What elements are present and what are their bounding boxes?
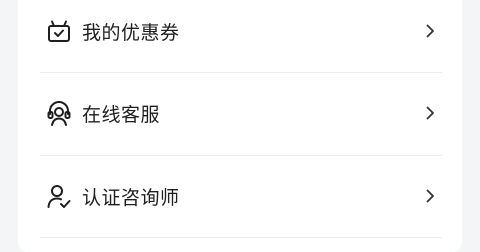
menu-item-online-service[interactable]: 在线客服 (40, 72, 442, 154)
menu-item-label: 在线客服 (82, 103, 161, 126)
chevron-right-icon (426, 24, 434, 38)
menu-item-label: 认证咨询师 (82, 186, 180, 209)
verified-user-icon (44, 181, 74, 211)
customer-service-headset-icon (44, 98, 74, 128)
menu-item-my-coupons[interactable]: 我的优惠券 (40, 0, 442, 72)
chevron-right-icon (426, 189, 434, 203)
coupon-gift-icon (44, 16, 74, 46)
chevron-right-icon (426, 106, 434, 120)
divider (40, 237, 442, 238)
menu-item-certified-consultant[interactable]: 认证咨询师 (40, 155, 442, 237)
menu-item-label: 我的优惠券 (82, 21, 180, 44)
